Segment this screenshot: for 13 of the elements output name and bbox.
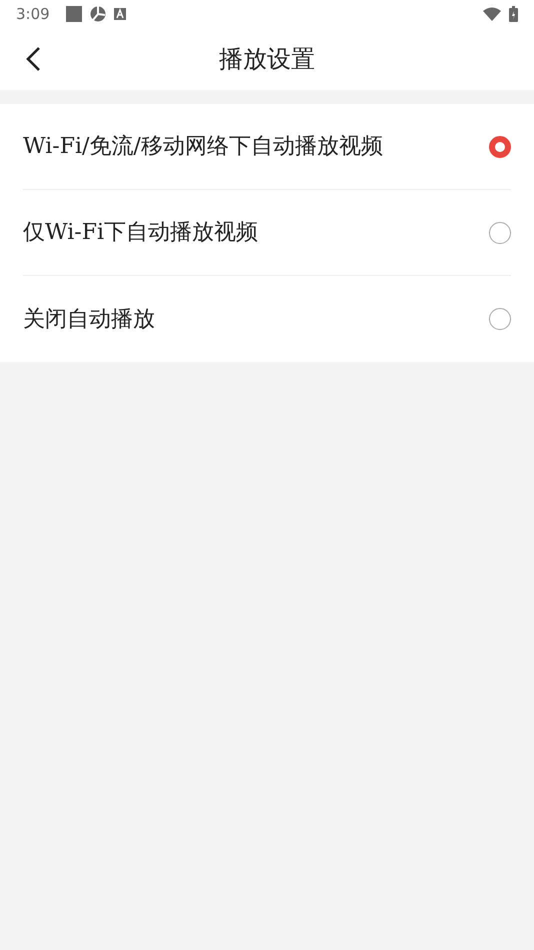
notification-square-icon <box>66 6 82 22</box>
autoplay-option[interactable]: Wi-Fi/免流/移动网络下自动播放视频 <box>23 104 511 190</box>
page-title: 播放设置 <box>219 44 315 75</box>
back-icon <box>25 46 41 72</box>
keyboard-icon <box>114 8 126 20</box>
radio-button[interactable] <box>489 308 511 330</box>
autoplay-option[interactable]: 关闭自动播放 <box>23 276 511 362</box>
radio-button[interactable] <box>489 136 511 158</box>
autoplay-option[interactable]: 仅Wi-Fi下自动播放视频 <box>23 190 511 276</box>
wifi-icon <box>483 7 501 21</box>
battery-icon <box>509 6 518 22</box>
status-time: 3:09 <box>16 4 50 25</box>
radio-button[interactable] <box>489 222 511 244</box>
